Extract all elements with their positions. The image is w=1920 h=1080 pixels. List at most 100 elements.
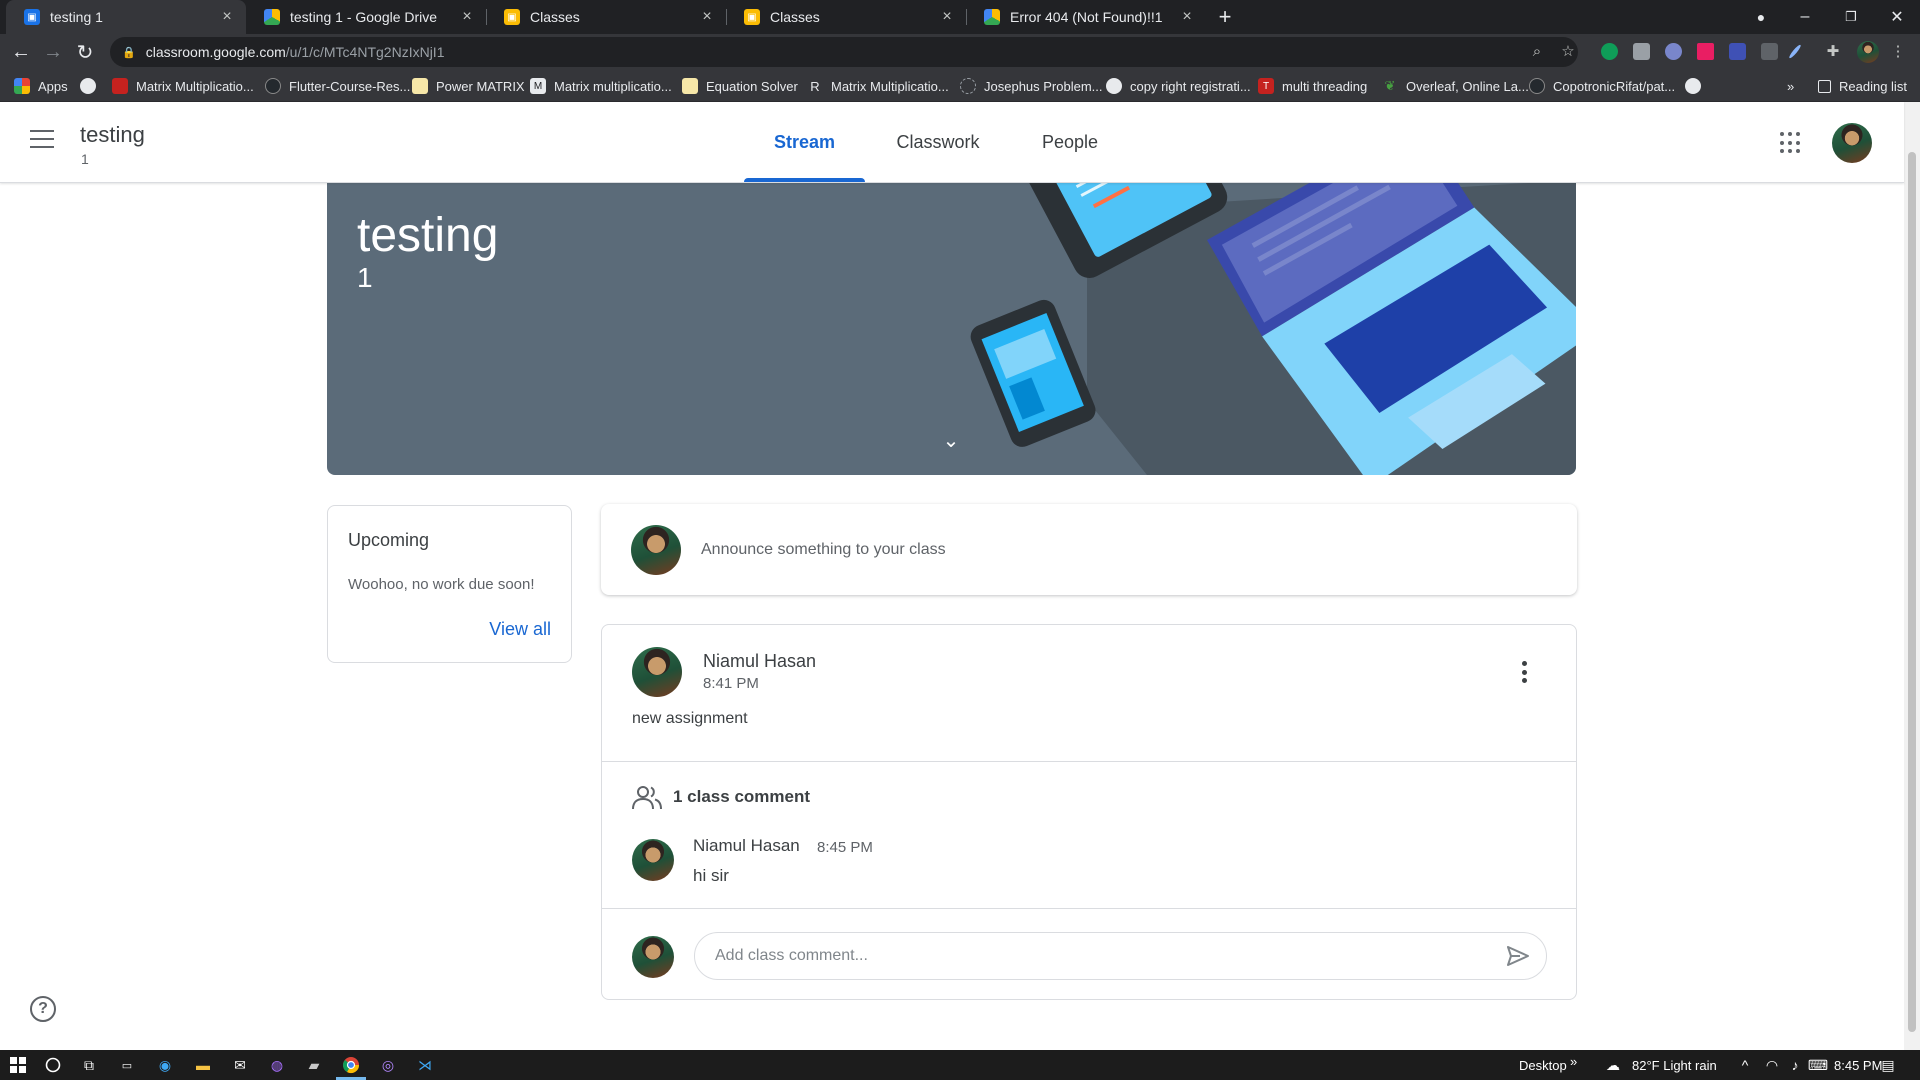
extension-icon[interactable] xyxy=(1761,43,1778,60)
task-view-icon[interactable]: ⧉ xyxy=(79,1055,99,1075)
address-bar[interactable]: 🔒 classroom.google.com/u/1/c/MTc4NTg2NzI… xyxy=(110,37,1578,67)
close-tab-icon[interactable]: × xyxy=(218,8,236,26)
close-window-button[interactable]: ✕ xyxy=(1874,0,1920,34)
browser-tab[interactable]: Error 404 (Not Found)!!1 × xyxy=(966,0,1206,34)
bookmark-item[interactable]: Matrix Multiplicatio... xyxy=(112,76,254,96)
class-comments-toggle[interactable]: 1 class comment xyxy=(673,787,810,807)
globe-icon xyxy=(80,78,96,94)
page-scrollbar[interactable] xyxy=(1904,102,1920,1050)
browser-tab[interactable]: testing 1 - Google Drive × xyxy=(246,0,486,34)
weather-text[interactable]: 82°F Light rain xyxy=(1632,1058,1717,1073)
bookmarks-overflow-button[interactable]: » xyxy=(1787,76,1794,96)
notifications-icon[interactable]: ▤ xyxy=(1878,1055,1898,1075)
bookmark-item[interactable]: R Matrix Multiplicatio... xyxy=(807,76,948,96)
menu-kebab-icon[interactable]: ⋮ xyxy=(1888,41,1908,61)
bookmark-item[interactable]: Tmulti threading xyxy=(1258,76,1367,96)
bookmark-item[interactable]: ❦ Overleaf, Online La... xyxy=(1382,76,1529,96)
vscode-icon[interactable]: ⋊ xyxy=(415,1055,435,1075)
browser-tab-strip: ▣ testing 1 × testing 1 - Google Drive ×… xyxy=(0,0,1920,34)
search-circle-icon[interactable] xyxy=(43,1055,63,1075)
keyboard-icon[interactable]: ⌨ xyxy=(1808,1055,1828,1075)
bookmarks-bar: Apps Matrix Multiplicatio... Flutter-Cou… xyxy=(0,70,1920,102)
close-tab-icon[interactable]: × xyxy=(698,8,716,26)
bookmark-item[interactable]: Josephus Problem... xyxy=(960,76,1103,96)
file-explorer-icon[interactable]: ▬ xyxy=(193,1055,213,1075)
bookmark-item[interactable]: copy right registrati... xyxy=(1106,76,1251,96)
lock-icon: 🔒 xyxy=(122,46,136,59)
tab-title: Classes xyxy=(530,9,580,25)
desktop-toolbar-label[interactable]: Desktop xyxy=(1519,1058,1567,1073)
browser-tab[interactable]: ▣ Classes × xyxy=(486,0,726,34)
tray-chevron-up-icon[interactable]: ^ xyxy=(1735,1055,1755,1075)
banner-class-title[interactable]: testing xyxy=(357,208,498,263)
globe-icon xyxy=(1106,78,1122,94)
toolbar-chevron-icon[interactable]: » xyxy=(1570,1054,1577,1069)
edge-icon[interactable]: ◉ xyxy=(155,1055,175,1075)
back-arrow-icon[interactable]: ← xyxy=(8,39,34,65)
classroom-header: testing 1 Stream Classwork People xyxy=(0,102,1904,183)
chevron-down-icon[interactable]: ⌄ xyxy=(939,428,963,452)
bookmark-item[interactable] xyxy=(1685,76,1709,96)
messenger-icon[interactable]: ◍ xyxy=(267,1055,287,1075)
bookmark-item[interactable]: Flutter-Course-Res... xyxy=(265,76,410,96)
mail-icon[interactable]: ✉ xyxy=(230,1055,250,1075)
restore-button[interactable]: ❐ xyxy=(1828,0,1874,34)
bookmark-item[interactable]: CopotronicRifat/pat... xyxy=(1529,76,1675,96)
comment-author: Niamul Hasan xyxy=(693,836,800,855)
tab-stream[interactable]: Stream xyxy=(744,102,865,182)
send-icon[interactable] xyxy=(1506,945,1530,967)
help-icon[interactable]: ? xyxy=(30,996,56,1022)
upcoming-card: Upcoming Woohoo, no work due soon! View … xyxy=(327,505,572,663)
more-options-icon[interactable] xyxy=(1522,661,1528,683)
minimize-button[interactable]: – xyxy=(1782,0,1828,34)
bookmark-label: multi threading xyxy=(1282,78,1368,94)
main-menu-icon[interactable] xyxy=(30,130,54,150)
bookmark-item[interactable] xyxy=(80,76,104,96)
forward-arrow-icon[interactable]: → xyxy=(40,39,66,65)
browser-tab[interactable]: ▣ testing 1 × xyxy=(6,0,246,34)
close-tab-icon[interactable]: × xyxy=(1178,8,1196,26)
close-tab-icon[interactable]: × xyxy=(458,8,476,26)
view-all-link[interactable]: View all xyxy=(489,619,551,640)
bookmark-label: Flutter-Course-Res... xyxy=(289,78,411,94)
bookmark-item[interactable]: M Matrix multiplicatio... xyxy=(530,76,672,96)
windows-start-icon[interactable] xyxy=(8,1055,28,1075)
account-avatar[interactable] xyxy=(1832,123,1872,163)
drive-favicon-icon xyxy=(984,9,1000,25)
new-tab-button[interactable]: + xyxy=(1212,4,1238,30)
reading-list-button[interactable]: Reading list xyxy=(1818,76,1907,96)
extension-icon[interactable] xyxy=(1665,43,1682,60)
bookmark-favicon-icon xyxy=(112,78,128,94)
zoom-icon[interactable]: ⌕ xyxy=(1527,41,1547,61)
extensions-puzzle-icon[interactable]: ✚ xyxy=(1823,41,1843,61)
clock-time[interactable]: 8:45 PM xyxy=(1834,1058,1882,1073)
class-title[interactable]: testing xyxy=(80,122,145,148)
author-avatar xyxy=(632,647,682,697)
tab-search-icon[interactable]: ● xyxy=(1738,0,1784,34)
bookmark-item[interactable]: Equation Solver xyxy=(682,76,798,96)
reload-icon[interactable]: ↻ xyxy=(72,39,98,65)
extension-icon[interactable] xyxy=(1697,43,1714,60)
wifi-icon[interactable]: ◠ xyxy=(1762,1055,1782,1075)
volume-icon[interactable]: ♪ xyxy=(1785,1055,1805,1075)
grammarly-extension-icon[interactable] xyxy=(1601,43,1618,60)
class-comment-input[interactable] xyxy=(694,932,1547,980)
tab-people[interactable]: People xyxy=(1026,102,1114,182)
browser-tab[interactable]: ▣ Classes × xyxy=(726,0,966,34)
profile-avatar[interactable] xyxy=(1857,41,1879,63)
chrome-icon[interactable] xyxy=(341,1055,361,1075)
tab-classwork[interactable]: Classwork xyxy=(880,102,996,182)
bookmark-star-icon[interactable]: ☆ xyxy=(1558,41,1578,61)
download-extension-icon[interactable] xyxy=(1729,43,1746,60)
camera-extension-icon[interactable] xyxy=(1633,43,1650,60)
google-apps-icon[interactable] xyxy=(1780,132,1802,154)
bookmark-apps[interactable]: Apps xyxy=(14,76,68,96)
terminal-icon[interactable]: ▭ xyxy=(117,1055,137,1075)
bookmark-item[interactable]: Power MATRIX xyxy=(412,76,525,96)
app-icon[interactable]: ▰ xyxy=(304,1055,324,1075)
app-icon[interactable]: ◎ xyxy=(378,1055,398,1075)
announce-box[interactable]: Announce something to your class xyxy=(601,504,1577,595)
close-tab-icon[interactable]: × xyxy=(938,8,956,26)
scrollbar-thumb[interactable] xyxy=(1908,152,1916,1032)
pen-extension-icon[interactable] xyxy=(1788,43,1802,60)
